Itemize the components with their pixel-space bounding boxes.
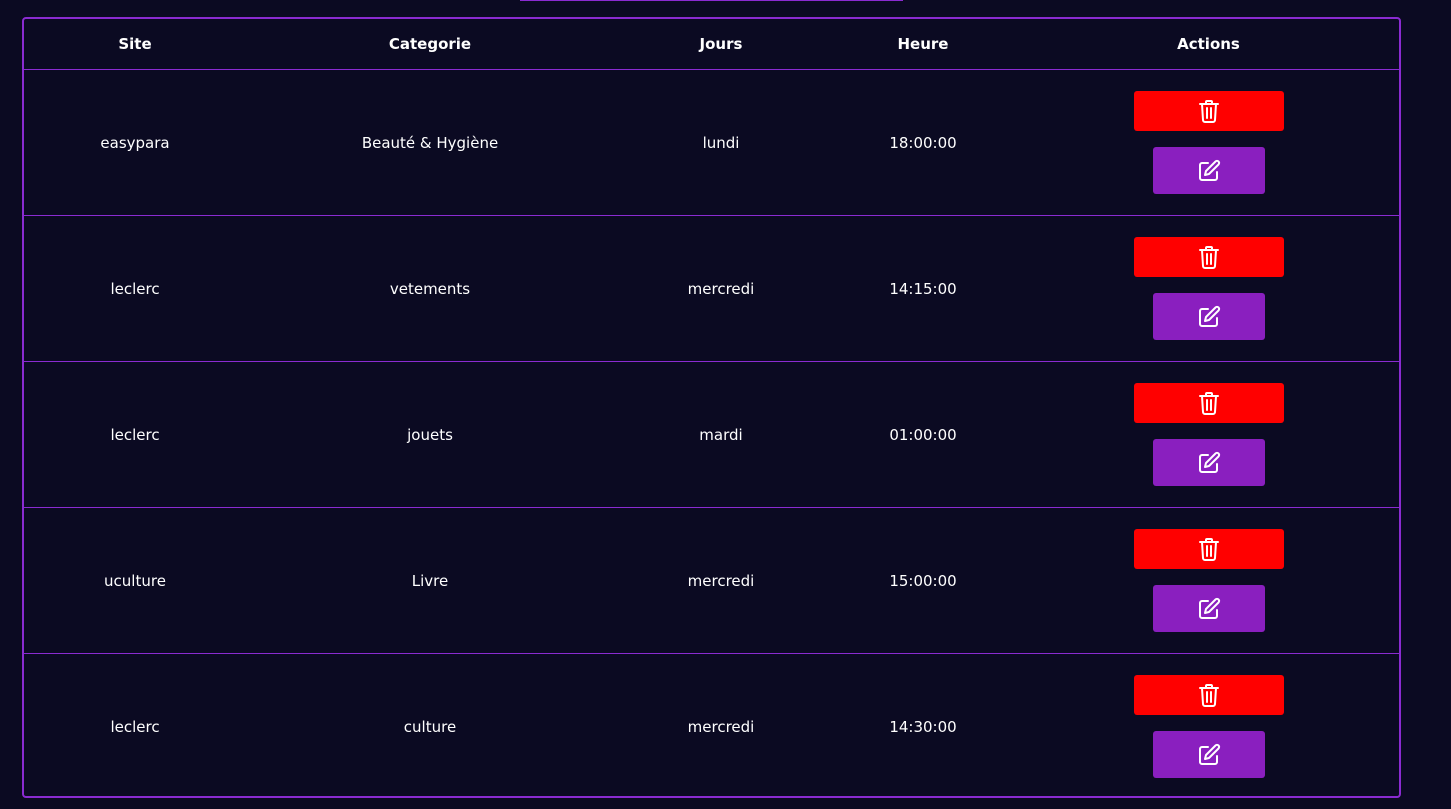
table-row: leclerc vetements mercredi 14:15:00 — [24, 215, 1399, 362]
table-row: easypara Beauté & Hygiène lundi 18:00:00 — [24, 69, 1399, 216]
cell-categorie: Livre — [246, 507, 614, 654]
delete-button[interactable] — [1133, 675, 1284, 715]
edit-icon — [1197, 159, 1221, 183]
cell-jours: mercredi — [687, 717, 755, 736]
delete-button[interactable] — [1133, 237, 1284, 277]
delete-button[interactable] — [1133, 529, 1284, 569]
cell-categorie: culture — [403, 717, 457, 736]
header-heure: Heure — [828, 19, 1018, 70]
row-actions — [1018, 529, 1399, 632]
header-site: Site — [24, 19, 246, 70]
header-row: Site Categorie Jours Heure Actions — [24, 19, 1399, 70]
trash-icon — [1198, 245, 1220, 269]
table-row: leclerc culture mercredi 14:30:00 — [24, 654, 1399, 797]
delete-button[interactable] — [1133, 91, 1284, 131]
cell-actions — [1018, 654, 1399, 797]
delete-button[interactable] — [1133, 383, 1284, 423]
header-actions: Actions — [1018, 19, 1399, 70]
cell-categorie: jouets — [246, 361, 614, 508]
edit-icon — [1197, 451, 1221, 475]
cell-jours: mardi — [614, 361, 828, 508]
trash-icon — [1198, 537, 1220, 561]
table-header: Site Categorie Jours Heure Actions — [24, 19, 1399, 70]
cell-heure: 14:30:00 — [889, 717, 957, 736]
row-actions — [1018, 237, 1399, 340]
edit-button[interactable] — [1152, 731, 1265, 778]
cell-site: leclerc — [24, 361, 246, 508]
cell-jours: lundi — [614, 69, 828, 216]
edit-button[interactable] — [1152, 585, 1265, 632]
cell-site: uculture — [24, 507, 246, 654]
row-actions — [1018, 383, 1399, 486]
table-row: uculture Livre mercredi 15:00:00 — [24, 507, 1399, 654]
row-actions — [1018, 675, 1399, 778]
cell-actions — [1018, 507, 1399, 654]
cell-heure: 18:00:00 — [828, 69, 1018, 216]
cell-heure: 01:00:00 — [828, 361, 1018, 508]
edit-icon — [1197, 305, 1221, 329]
edit-icon — [1197, 743, 1221, 767]
edit-icon — [1197, 597, 1221, 621]
cell-actions — [1018, 361, 1399, 508]
cell-categorie: Beauté & Hygiène — [246, 69, 614, 216]
trash-icon — [1198, 391, 1220, 415]
cell-actions — [1018, 215, 1399, 362]
header-jours: Jours — [614, 19, 828, 70]
cell-site: leclerc — [24, 215, 246, 362]
cell-heure: 15:00:00 — [828, 507, 1018, 654]
header-categorie: Categorie — [246, 19, 614, 70]
schedule-table: Site Categorie Jours Heure Actions easyp… — [24, 19, 1399, 797]
trash-icon — [1198, 683, 1220, 707]
cell-jours: mercredi — [614, 215, 828, 362]
edit-button[interactable] — [1152, 147, 1265, 194]
trash-icon — [1198, 99, 1220, 123]
cell-actions — [1018, 69, 1399, 216]
table-body: easypara Beauté & Hygiène lundi 18:00:00 — [24, 69, 1399, 797]
schedule-table-container: Site Categorie Jours Heure Actions easyp… — [22, 17, 1401, 798]
top-accent-bar — [520, 0, 903, 1]
table-row: leclerc jouets mardi 01:00:00 — [24, 361, 1399, 508]
edit-button[interactable] — [1152, 293, 1265, 340]
cell-heure: 14:15:00 — [828, 215, 1018, 362]
cell-categorie: vetements — [246, 215, 614, 362]
edit-button[interactable] — [1152, 439, 1265, 486]
cell-site: leclerc — [110, 717, 160, 736]
row-actions — [1018, 91, 1399, 194]
cell-site: easypara — [24, 69, 246, 216]
cell-jours: mercredi — [614, 507, 828, 654]
